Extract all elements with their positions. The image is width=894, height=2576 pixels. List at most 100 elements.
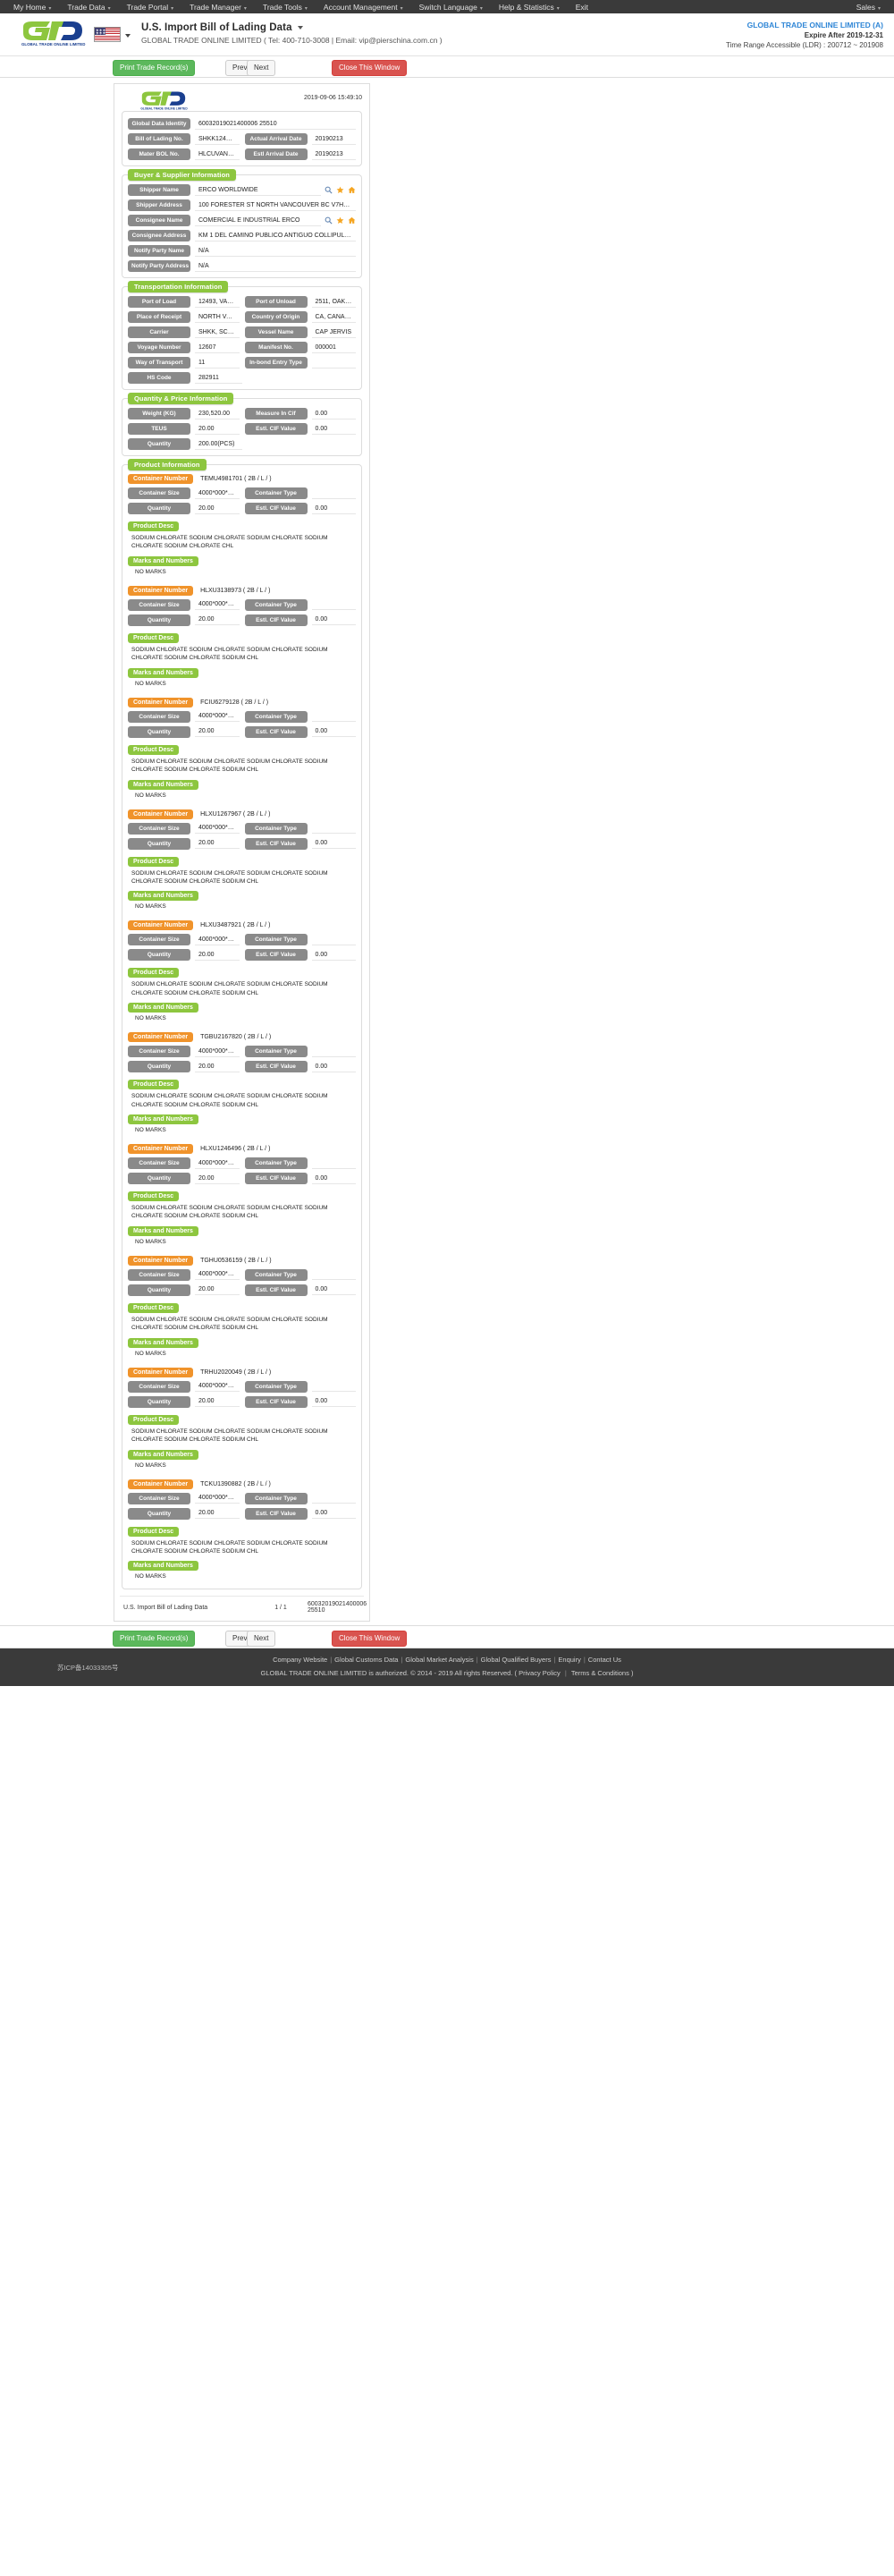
field-value-quantity: 20.00 [195,1062,240,1072]
field-label-container-size: Container Size [128,1046,190,1058]
site-footer: 苏ICP备14033305号 Company Website | Global Cu… [0,1648,894,1687]
transportation-row: Voyage Number 12607 Manifest No. 000001 [128,342,356,353]
star-icon[interactable] [336,216,344,225]
product-block: Container Number HLXU3138973 ( 2B / L / )… [128,585,356,689]
footer-link-enquiry[interactable]: Enquiry [558,1656,580,1664]
field-measure-in-cif: Measure In Cif 0.00 [244,408,356,419]
field-label-quantity: Quantity [128,1507,190,1520]
product-desc-section: Product Desc SODIUM CHLORATE SODIUM CHLOR… [128,853,356,888]
field-container-type: Container Type [244,822,356,835]
field-value-estl-cif-value: 0.00 [311,1062,356,1072]
field-value-container-type [311,823,356,835]
nav-item-help-statistics[interactable]: Help & Statistics ▾ [491,3,568,12]
flag-dropdown-chevron-icon[interactable] [125,34,131,38]
field-container-size: Container Size 4000*000*800 [128,1268,240,1281]
field-container-type: Container Type [244,1157,356,1170]
field-teus: TEUS 20.00 [128,423,240,435]
chevron-down-icon: ▾ [556,5,560,12]
field-label-container-size: Container Size [128,1268,190,1281]
nav-item-trade-data[interactable]: Trade Data ▾ [59,3,118,12]
marks-and-numbers-value: NO MARKS [135,1015,166,1022]
nav-item-trade-portal[interactable]: Trade Portal ▾ [119,3,181,12]
close-window-button[interactable]: Close This Window [332,60,408,76]
container-size-type-row: Container Size 4000*000*800 Container Type [128,487,356,499]
field-value-container-size: 4000*000*800 [195,599,240,611]
field-estl-cif-value: Estl. CIF Value 0.00 [244,725,356,738]
nav-item-switch-language[interactable]: Switch Language ▾ [411,3,491,12]
product-desc-value: SODIUM CHLORATE SODIUM CHLORATE SODIUM C… [131,981,328,996]
chevron-down-icon: ▾ [400,5,403,12]
container-number-row: Container Number TGHU0536159 ( 2B / L / ) [128,1255,356,1266]
us-flag-icon[interactable]: ★★★★★★★★★★★★★★★ [94,27,121,42]
container-number-label: Container Number [128,1144,194,1155]
nav-item-trade-manager[interactable]: Trade Manager ▾ [181,3,255,12]
close-window-button-bottom[interactable]: Close This Window [332,1631,408,1648]
top-navigation-bar: My Home ▾ Trade Data ▾ Trade Portal ▾ Trade Ma… [0,0,894,13]
gto-logo[interactable]: GLOBAL TRADE ONLINE LIMITED [20,20,86,47]
print-trade-records-button-bottom[interactable]: Print Trade Record(s) [113,1631,196,1648]
product-desc-label: Product Desc [128,856,180,867]
star-icon[interactable] [336,186,344,194]
icp-license: 苏ICP备14033305号 [57,1664,119,1673]
home-icon[interactable] [348,216,356,225]
field-value-container-size: 4000*000*800 [195,1269,240,1281]
print-trade-records-button[interactable]: Print Trade Record(s) [113,60,196,76]
copyright-suffix: ) [630,1669,634,1678]
footer-link-terms[interactable]: Terms & Conditions [571,1669,629,1677]
field-value-container-type [311,1158,356,1169]
footer-link-privacy-policy[interactable]: Privacy Policy [519,1669,561,1677]
nav-item-my-home[interactable]: My Home ▾ [5,3,59,12]
product-information-panel: Product Information Container Number TEMU… [122,459,362,1590]
flag-canton: ★★★★★★★★★★★★★★★ [95,28,105,35]
transportation-row: HS Code 282911 [128,372,356,384]
footer-links: Company Website | Global Customs Data | Glob… [0,1656,894,1664]
nav-item-label: Account Management [323,2,398,12]
field-value-global-data-identity: 60032019021400006 25510 [195,119,356,130]
container-size-type-row: Container Size 4000*000*800 Container Type [128,1380,356,1393]
search-icon[interactable] [325,186,333,194]
field-value-estl-cif-value: 0.00 [311,614,356,626]
nav-item-sales[interactable]: Sales ▾ [848,3,889,12]
nav-item-trade-tools[interactable]: Trade Tools ▾ [255,3,316,12]
nav-item-exit[interactable]: Exit [568,3,596,12]
field-label-weight-kg: Weight (KG) [128,408,190,419]
footer-link-global-market-analysis[interactable]: Global Market Analysis [405,1656,473,1664]
copyright-text: GLOBAL TRADE ONLINE LIMITED is authorize… [260,1669,518,1678]
field-label-teus: TEUS [128,423,190,435]
field-value-port-of-load: 12493, VANCOUVER, BC [195,297,240,308]
logo-tagline: GLOBAL TRADE ONLINE LIMITED [21,42,85,47]
next-button[interactable]: Next [247,60,276,76]
field-estl-cif-value: Estl. CIF Value 0.00 [244,614,356,626]
field-label-estl-arrival-date: Estl Arrival Date [244,148,308,160]
field-value-notify-party-name: N/A [195,246,356,257]
field-container-type: Container Type [244,934,356,946]
field-shipper-address: Shipper Address 100 FORESTER ST NORTH VAN… [128,199,356,211]
marks-section: Marks and Numbers NO MARKS [128,665,356,689]
marks-and-numbers-label: Marks and Numbers [128,1114,198,1125]
gto-logo-icon: GLOBAL TRADE ONLINE LIMITED [21,21,85,47]
field-label-container-size: Container Size [128,1492,190,1504]
footer-link-contact-us[interactable]: Contact Us [588,1656,621,1664]
product-desc-section: Product Desc SODIUM CHLORATE SODIUM CHLOR… [128,1523,356,1558]
identity-panel: Global Data Identity 60032019021400006 25… [122,111,362,166]
field-label-shipper-address: Shipper Address [128,199,190,211]
field-label-container-size: Container Size [128,598,190,611]
nav-item-account-management[interactable]: Account Management ▾ [316,3,411,12]
field-label-container-size: Container Size [128,1157,190,1170]
home-icon[interactable] [348,186,356,194]
marks-section: Marks and Numbers NO MARKS [128,1446,356,1470]
marks-and-numbers-value: NO MARKS [135,1573,166,1580]
footer-link-global-customs-data[interactable]: Global Customs Data [334,1656,398,1664]
title-chevron-down-icon[interactable] [297,25,303,30]
field-value-container-size: 4000*000*800 [195,1381,240,1393]
search-icon[interactable] [325,216,333,225]
identity-row: Global Data Identity 60032019021400006 25… [128,118,356,130]
footer-link-company-website[interactable]: Company Website [273,1656,327,1664]
field-label-in-bond-entry-type: In-bond Entry Type [244,357,308,369]
field-label-quantity: Quantity [128,1061,190,1073]
container-number-row: Container Number TRHU2020049 ( 2B / L / ) [128,1367,356,1377]
container-number-row: Container Number FCIU6279128 ( 2B / L / ) [128,697,356,708]
footer-link-global-qualified-buyers[interactable]: Global Qualified Buyers [481,1656,552,1664]
transportation-row: Port of Load12493, VANCOUVER, BCPort of … [128,296,356,308]
next-button-bottom[interactable]: Next [247,1631,276,1648]
